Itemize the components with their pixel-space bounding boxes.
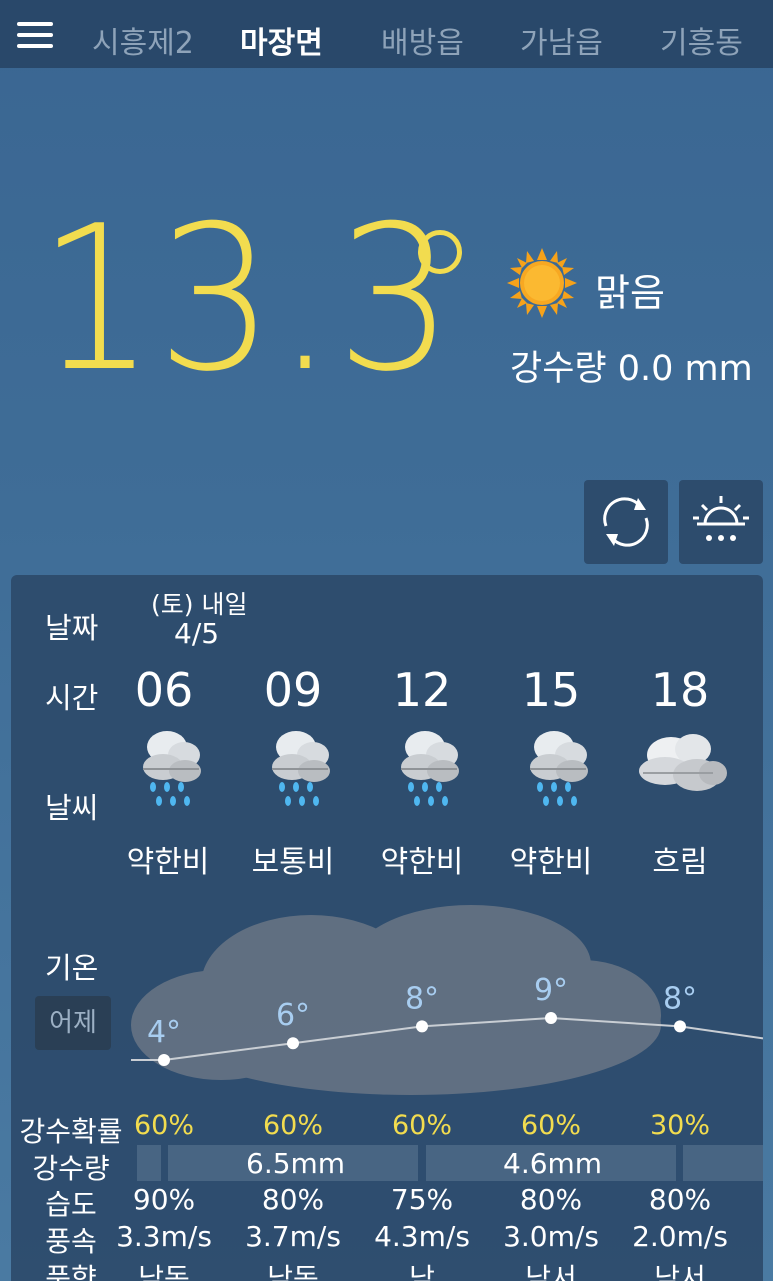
sunrise-icon [693,496,749,541]
temp-value-3: 8° [405,981,439,1016]
weather-label: 날씨 [45,791,99,825]
humidity-5: 80% [648,1183,712,1216]
hour-4: 15 [521,663,581,717]
temp-point-5 [674,1020,686,1033]
temp-point-1 [158,1054,170,1066]
pop-3: 60% [391,1110,452,1141]
wind-dir-2: 남동 [267,1262,319,1281]
rain-amount-2: 4.6mm [503,1147,603,1180]
current-rainfall: 강수량 0.0 mm [510,349,753,389]
wind-2: 3.7m/s [245,1220,341,1253]
wind-dir-4: 남서 [525,1262,577,1281]
time-label: 시간 [45,681,99,715]
hour-3: 12 [392,663,452,717]
humidity-4: 80% [519,1183,583,1216]
pop-4: 60% [520,1110,581,1141]
wind-5: 2.0m/s [632,1220,728,1253]
temp-value-5: 8° [663,981,697,1016]
weather-desc-5: 흐림 [652,845,708,880]
rain-bar [683,1145,763,1181]
current-condition: 맑음 [595,271,665,315]
temp-value-4: 9° [534,973,568,1008]
hour-1: 06 [134,663,194,717]
temp-value-1: 4° [147,1015,181,1050]
temperature-graph: 4° 6° 8° 9° 8° [131,973,763,1066]
pop-1: 60% [133,1110,194,1141]
hour-5: 18 [650,663,710,717]
humidity-1: 90% [132,1183,196,1216]
temp-value-2: 6° [276,998,310,1033]
wind-dir-5: 남서 [654,1262,706,1281]
hour-2: 09 [263,663,323,717]
rain-cloud-icon [401,731,459,806]
date-label: 날짜 [45,611,99,645]
weather-desc-1: 약한비 [126,845,210,880]
tab-location-3[interactable]: 배방읍 [381,18,464,62]
refresh-icon [603,497,649,547]
tab-location-5[interactable]: 기흥동 [660,18,743,62]
forecast-day: (토) 내일 [151,590,248,619]
temp-point-3 [416,1020,428,1033]
tab-location-1[interactable]: 시흥제2 [92,18,194,62]
forecast-panel: 날짜 (토) 내일 4/5 시간 06 09 12 15 18 날씨 약한비 보… [11,575,763,1281]
sun-icon [507,248,577,318]
pop-2: 60% [262,1110,323,1141]
pop-5: 30% [649,1110,710,1141]
tab-location-4[interactable]: 가남읍 [520,18,603,62]
rain-label: 강수량 [32,1152,110,1185]
forecast-date: 4/5 [174,617,220,650]
temp-point-4 [545,1012,557,1024]
degree-symbol [418,230,462,274]
wind-3: 4.3m/s [374,1220,470,1253]
temp-point-2 [287,1037,299,1050]
rain-bar [137,1145,161,1181]
weather-desc-4: 약한비 [509,845,593,880]
rain-cloud-icon [272,731,330,806]
wind-dir-3: 남 [409,1262,435,1281]
sunrise-button[interactable] [679,480,763,564]
humidity-2: 80% [261,1183,325,1216]
rain-cloud-icon [530,731,588,806]
wind-4: 3.0m/s [503,1220,599,1253]
weather-desc-3: 약한비 [380,845,464,880]
cloudy-icon [639,734,727,791]
wind-dir-1: 남동 [138,1262,190,1281]
current-temperature: 13.3 [38,183,456,416]
wind-1: 3.3m/s [116,1220,212,1253]
humidity-3: 75% [390,1183,454,1216]
location-tab-bar: 시흥제2 마장면 배방읍 가남읍 기흥동 [0,0,773,68]
rain-amount-1: 6.5mm [246,1147,346,1180]
hamburger-menu-icon[interactable] [17,22,53,48]
refresh-button[interactable] [584,480,668,564]
rain-cloud-icon [143,731,201,806]
weather-desc-2: 보통비 [251,845,335,880]
tab-location-2[interactable]: 마장면 [240,18,323,62]
